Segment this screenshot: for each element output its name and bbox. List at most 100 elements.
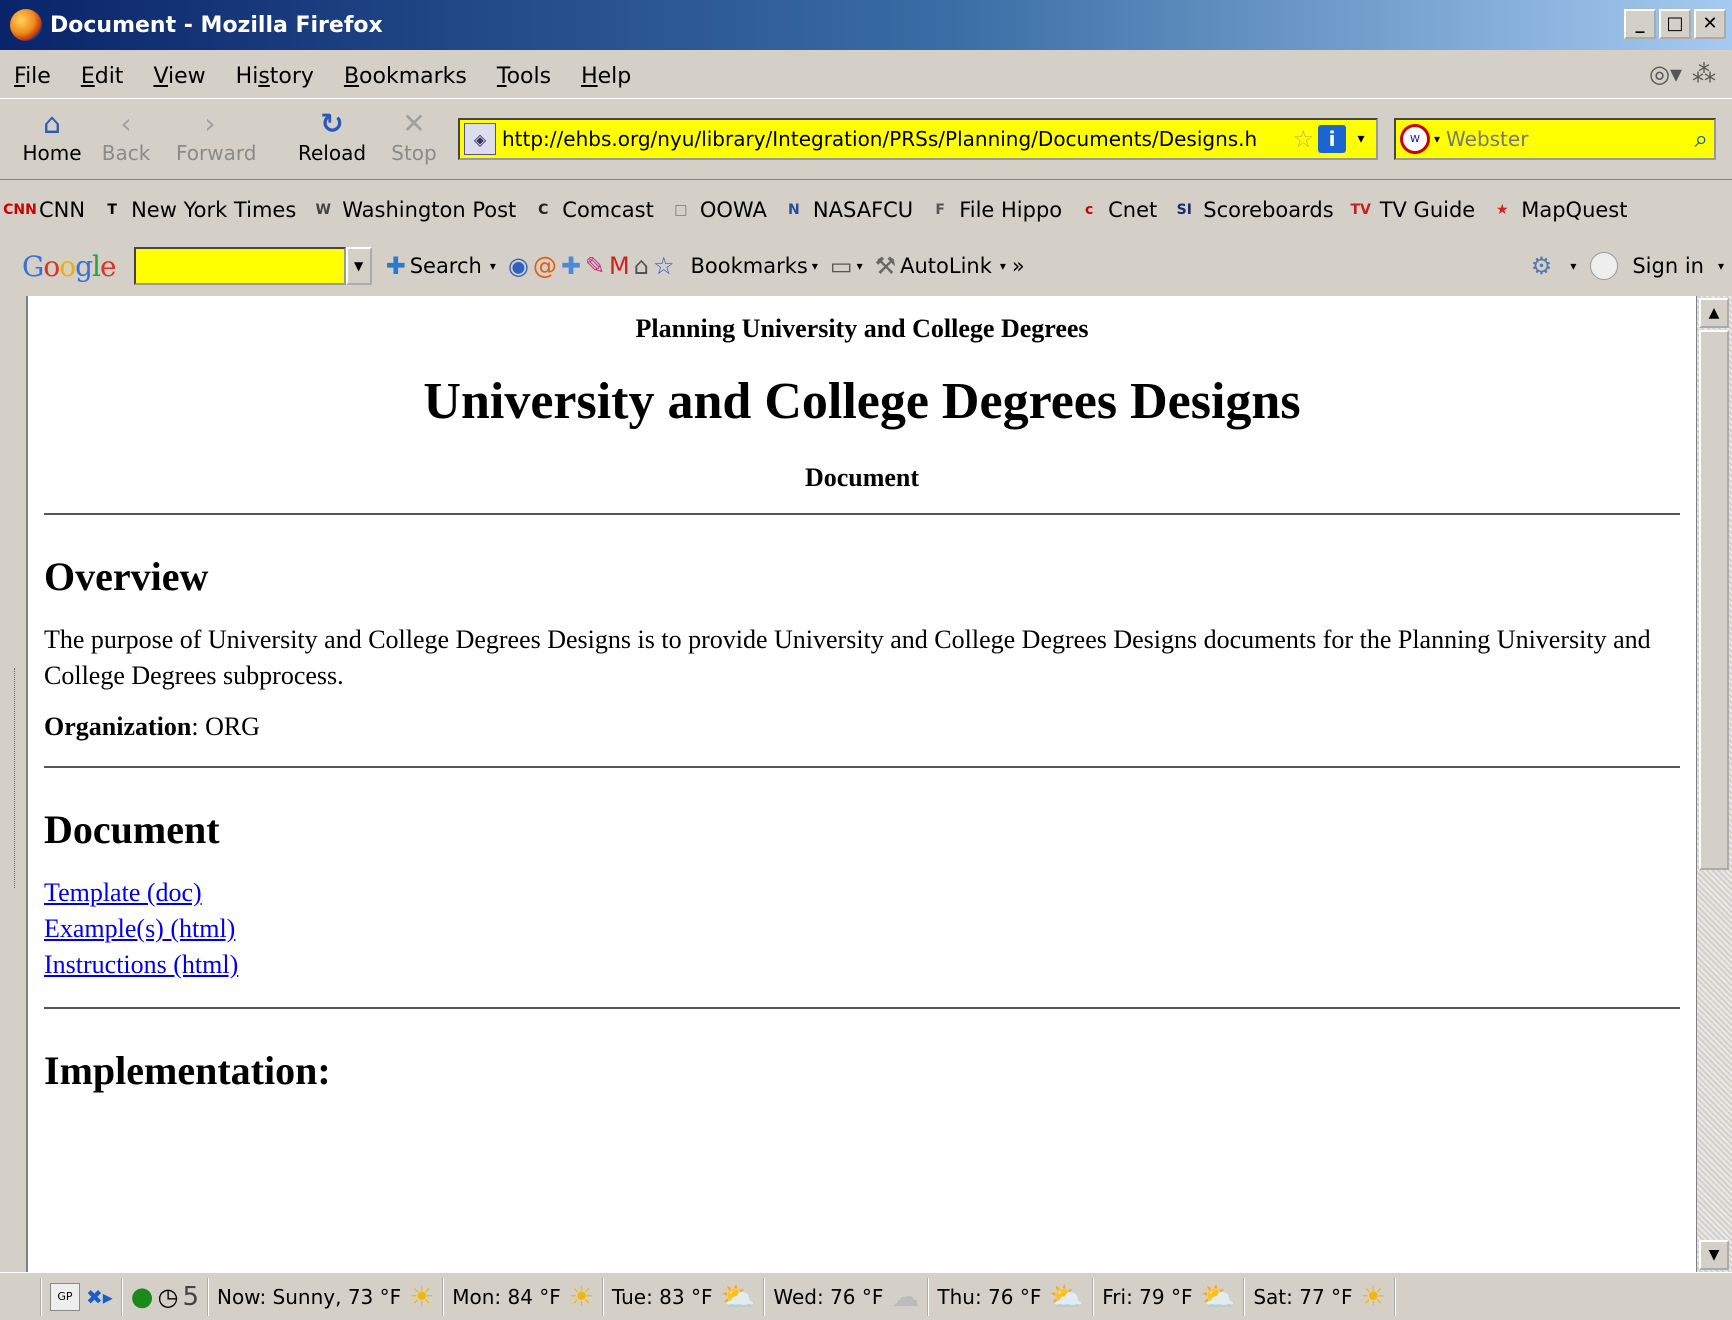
document-links: Template (doc) Example(s) (html) Instruc… bbox=[44, 875, 1680, 983]
bookmark-cnn[interactable]: CNN CNN bbox=[0, 197, 92, 223]
overview-text: The purpose of University and College De… bbox=[44, 625, 1651, 690]
maximize-button[interactable]: □ bbox=[1659, 9, 1691, 39]
autolink-button[interactable]: ⚒ AutoLink ▾ » bbox=[875, 252, 1025, 280]
title-bar: Document - Mozilla Firefox _ □ ✕ bbox=[0, 0, 1732, 50]
bookmark-star-icon[interactable]: ☆ bbox=[1292, 125, 1314, 153]
weather-cell[interactable]: Tue: 83 °F ⛅ bbox=[604, 1277, 766, 1316]
bank-icon[interactable]: ⌂ bbox=[634, 252, 649, 280]
globe-icon[interactable]: ◉ bbox=[508, 252, 529, 280]
bookmark-nasafcu[interactable]: N NASAFCU bbox=[774, 197, 920, 223]
vertical-scrollbar[interactable]: ▲ ▼ bbox=[1696, 296, 1732, 1272]
bookmark-favicon-icon: □ bbox=[674, 202, 688, 218]
bookmark-washington-post[interactable]: W Washington Post bbox=[303, 197, 523, 223]
bookmark-mapquest[interactable]: ★ MapQuest bbox=[1482, 197, 1634, 223]
close-button[interactable]: ✕ bbox=[1694, 9, 1726, 39]
menu-bookmarks[interactable]: Bookmarks bbox=[330, 64, 483, 89]
url-text[interactable]: http://ehbs.org/nyu/library/Integration/… bbox=[502, 127, 1288, 151]
bookmark-comcast[interactable]: C Comcast bbox=[523, 197, 661, 223]
google-bookmarks-button[interactable]: Bookmarks ▾ bbox=[691, 254, 818, 278]
organization-line: Organization: ORG bbox=[44, 712, 1680, 742]
stop-icon: ✕ bbox=[402, 107, 426, 140]
menu-bar: File Edit View History Bookmarks Tools Help ◎▾… bbox=[0, 54, 1732, 98]
back-button[interactable]: ‹ Back bbox=[92, 107, 160, 165]
weather-cell[interactable]: Mon: 84 °F ☀ bbox=[444, 1277, 604, 1316]
site-identity-icon[interactable]: ◈ bbox=[464, 123, 496, 155]
scroll-thumb[interactable] bbox=[1699, 330, 1729, 870]
plus-icon[interactable]: ✚ bbox=[561, 252, 581, 280]
search-input[interactable]: Webster bbox=[1440, 127, 1695, 151]
wrench-icon[interactable]: ⚙ bbox=[1531, 252, 1553, 280]
document-heading: Document bbox=[44, 807, 220, 852]
sign-in-button[interactable]: Sign in bbox=[1632, 254, 1704, 278]
weather-cell[interactable]: Thu: 76 °F ⛅ bbox=[929, 1277, 1095, 1316]
gp-icon[interactable]: GP bbox=[50, 1282, 80, 1311]
bookmark-label: MapQuest bbox=[1521, 198, 1628, 222]
bookmark-file-hippo[interactable]: F File Hippo bbox=[920, 197, 1069, 223]
google-sidebar-button[interactable]: ▭ ▾ bbox=[830, 252, 863, 280]
reload-icon: ↻ bbox=[320, 107, 344, 140]
bookmark-label: TV Guide bbox=[1379, 198, 1476, 222]
template-link[interactable]: Template (doc) bbox=[44, 875, 1680, 911]
forward-button[interactable]: › Forward bbox=[176, 107, 256, 165]
activity-icon: ◎▾ bbox=[1649, 60, 1682, 88]
partly-weather-icon: ⛅ bbox=[1200, 1280, 1236, 1313]
weather-cell[interactable]: Wed: 76 °F ☁ bbox=[765, 1277, 930, 1316]
examples-link[interactable]: Example(s) (html) bbox=[44, 911, 1680, 947]
url-bar[interactable]: ◈ http://ehbs.org/nyu/library/Integratio… bbox=[458, 118, 1378, 160]
menu-history[interactable]: History bbox=[222, 64, 330, 89]
bookmark-favicon-icon: CNN bbox=[3, 202, 37, 218]
weather-text: Tue: 83 °F bbox=[611, 1284, 713, 1309]
home-icon: ⌂ bbox=[43, 107, 61, 140]
menu-file[interactable]: File bbox=[0, 64, 67, 89]
bookmark-favicon-icon: TV bbox=[1350, 202, 1371, 218]
google-search-input[interactable] bbox=[133, 247, 346, 285]
page-content: Planning University and College Degrees … bbox=[26, 296, 1696, 1272]
clock-icon[interactable]: ◷ bbox=[157, 1283, 178, 1311]
search-bar[interactable]: W ▾ Webster ⌕ bbox=[1394, 118, 1716, 160]
magic-wand-icon: ⚒ bbox=[874, 252, 897, 280]
menu-view[interactable]: View bbox=[139, 64, 221, 89]
info-icon[interactable]: i bbox=[1318, 125, 1346, 153]
sidebar-splitter[interactable] bbox=[0, 296, 24, 1272]
menu-edit[interactable]: Edit bbox=[67, 64, 140, 89]
count-badge: 5 bbox=[182, 1281, 199, 1312]
notebook-icon[interactable]: ✎ bbox=[585, 252, 605, 280]
gmail-icon[interactable]: M bbox=[609, 252, 630, 280]
bookmark-favicon-icon: ★ bbox=[1495, 202, 1509, 218]
splitter-grip[interactable] bbox=[14, 668, 19, 888]
weather-cell[interactable]: Fri: 79 °F ⛅ bbox=[1094, 1277, 1246, 1316]
bookmark-label: CNN bbox=[39, 198, 86, 222]
minimize-button[interactable]: _ bbox=[1624, 9, 1656, 39]
xmarks-icon[interactable]: ✖▸ bbox=[86, 1285, 113, 1309]
google-search-button[interactable]: ✚ Search ▾ bbox=[386, 252, 496, 280]
menu-tools[interactable]: Tools bbox=[483, 64, 567, 89]
search-icon[interactable]: ⌕ bbox=[1695, 125, 1708, 153]
bookmark-cnet[interactable]: c Cnet bbox=[1069, 197, 1164, 223]
weather-text: Mon: 84 °F bbox=[452, 1284, 561, 1309]
google-logo[interactable]: Google bbox=[22, 250, 117, 283]
bookmark-new-york-times[interactable]: T New York Times bbox=[92, 197, 303, 223]
bookmark-scoreboards[interactable]: SI Scoreboards bbox=[1164, 197, 1340, 223]
url-dropdown-icon[interactable]: ▾ bbox=[1346, 131, 1376, 147]
google-search-dropdown[interactable]: ▼ bbox=[345, 247, 372, 285]
bookmark-tv-guide[interactable]: TV TV Guide bbox=[1341, 197, 1483, 223]
weather-cell[interactable]: Now: Sunny, 73 °F ☀ bbox=[209, 1277, 445, 1316]
bookmark-star-outline-icon[interactable]: ☆ bbox=[653, 252, 675, 280]
bookmark-favicon-icon: C bbox=[538, 202, 549, 218]
more-chevron[interactable]: » bbox=[1012, 254, 1025, 278]
home-button[interactable]: ⌂ Home bbox=[18, 107, 86, 165]
spiral-icon[interactable]: @ bbox=[533, 252, 557, 280]
scroll-down-button[interactable]: ▼ bbox=[1699, 1240, 1729, 1270]
stop-button[interactable]: ✕ Stop bbox=[380, 107, 448, 165]
menu-help[interactable]: Help bbox=[567, 64, 647, 89]
weather-cell[interactable]: Sat: 77 °F ☀ bbox=[1245, 1277, 1396, 1316]
divider bbox=[44, 513, 1680, 515]
bookmarks-toolbar: CNN CNN T New York Times W Washington Post C Co… bbox=[0, 186, 1732, 234]
instructions-link[interactable]: Instructions (html) bbox=[44, 947, 1680, 983]
bookmark-oowa[interactable]: □ OOWA bbox=[661, 197, 774, 223]
divider bbox=[44, 1007, 1680, 1009]
green-status-icon[interactable]: ● bbox=[131, 1282, 154, 1312]
reload-button[interactable]: ↻ Reload bbox=[298, 107, 366, 165]
scroll-up-button[interactable]: ▲ bbox=[1699, 298, 1729, 328]
search-engine-icon[interactable]: W bbox=[1400, 124, 1430, 154]
